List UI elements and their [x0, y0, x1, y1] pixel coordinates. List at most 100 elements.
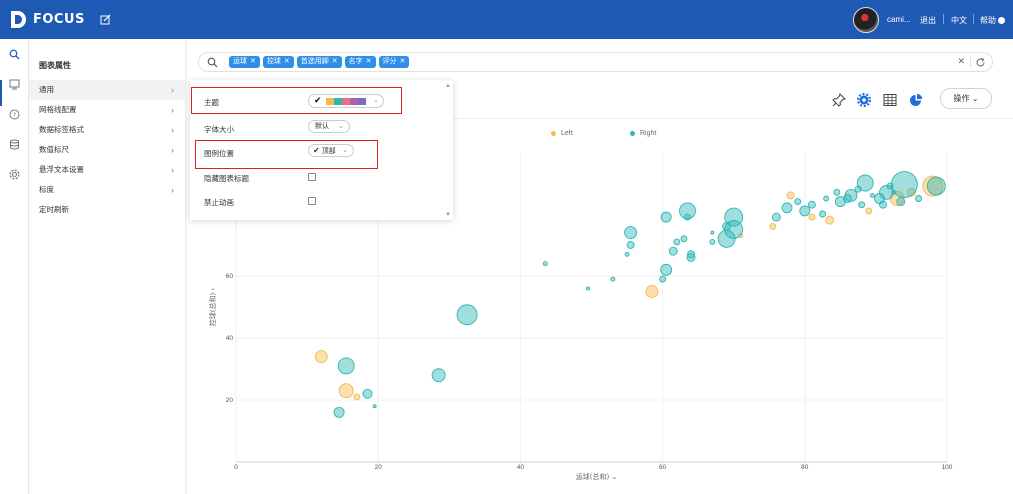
scatter-point-right — [431, 368, 446, 383]
scatter-point-right — [869, 192, 875, 198]
data-icon[interactable] — [9, 139, 20, 150]
x-tick-label: 60 — [659, 464, 667, 471]
help-link[interactable]: 帮助 — [980, 15, 1005, 26]
left-rail: ? — [0, 39, 29, 494]
sidebar-item-label: 通用 — [39, 85, 54, 94]
font-size-value: 默认 — [315, 123, 329, 130]
legend-item-right[interactable]: Right — [630, 130, 656, 137]
scroll-down-icon[interactable]: ▼ — [445, 212, 451, 218]
scatter-point-right — [542, 261, 548, 267]
x-tick-label: 20 — [375, 464, 383, 471]
scroll-up-icon[interactable]: ▲ — [445, 83, 451, 89]
scatter-point-left — [865, 207, 873, 215]
svg-text:?: ? — [13, 111, 16, 119]
chevron-right-icon: › — [171, 105, 174, 115]
scatter-point-right — [856, 174, 874, 192]
sidebar-item-label: 定时刷新 — [39, 205, 69, 214]
x-tick-label: 40 — [517, 464, 525, 471]
sidebar-item-hover-text[interactable]: 悬浮文本设置 › — [29, 160, 186, 180]
font-size-label: 字体大小 — [204, 125, 234, 134]
scatter-point-right — [680, 235, 688, 243]
scatter-point-right — [679, 202, 696, 220]
scatter-point-right — [585, 286, 590, 291]
scatter-point-right — [660, 263, 673, 276]
edit-icon[interactable] — [100, 14, 111, 25]
x-tick-label: 0 — [234, 464, 238, 471]
hide-title-checkbox[interactable] — [308, 173, 316, 181]
scatter-point-left — [353, 393, 361, 401]
chart-properties-panel: 图表属性 通用 › 网格线配置 › 数据标签格式 › 数值标尺 › 悬浮文本设置 › 标度… — [29, 39, 186, 494]
chevron-right-icon: › — [171, 125, 174, 135]
scatter-point-right — [819, 210, 827, 218]
scatter-point-right — [844, 188, 858, 202]
y-tick-label: 20 — [226, 397, 234, 404]
scatter-point-right — [896, 197, 906, 207]
logout-link[interactable]: 退出 — [920, 15, 936, 26]
scatter-point-left — [808, 213, 816, 221]
board-icon[interactable] — [9, 79, 20, 90]
scatter-point-left — [786, 191, 795, 200]
chevron-down-icon: ⌄ — [338, 123, 344, 130]
scatter-point-left — [769, 222, 777, 230]
legend-label-right: Right — [640, 130, 657, 137]
scatter-point-right — [372, 404, 377, 409]
scatter-point-left — [314, 350, 328, 364]
sidebar-item-scale[interactable]: 标度 › — [29, 180, 186, 200]
scatter-point-left — [338, 383, 354, 399]
chevron-right-icon: › — [171, 185, 174, 195]
scatter-point-right — [915, 195, 923, 202]
scatter-point-right — [890, 171, 918, 199]
font-size-select[interactable]: 默认 ⌄ — [308, 120, 350, 133]
user-name[interactable]: cami... — [887, 15, 911, 24]
sidebar-item-data-label-format[interactable]: 数据标签格式 › — [29, 120, 186, 140]
sidebar-item-label: 数值标尺 — [39, 145, 69, 154]
scatter-point-right — [794, 198, 802, 206]
panel-title: 图表属性 — [39, 61, 71, 70]
scatter-point-right — [610, 276, 616, 282]
legend-item-left[interactable]: Left — [551, 130, 573, 137]
x-tick-label: 80 — [801, 464, 809, 471]
sidebar-item-value-scale[interactable]: 数值标尺 › — [29, 140, 186, 160]
disable-animation-label: 禁止动画 — [204, 198, 234, 207]
sidebar-item-gridlines[interactable]: 网格线配置 › — [29, 100, 186, 120]
general-settings-popup: 主题 ✔ ⌄ 字体大小 默认 ⌄ 图例位置 ✔ 顶部 ⌄ 隐藏图表标题 禁止动画… — [190, 80, 453, 220]
sidebar-item-auto-refresh[interactable]: 定时刷新 — [29, 200, 186, 220]
language-switch[interactable]: 中文 — [951, 15, 967, 26]
scatter-point-right — [926, 176, 946, 196]
x-tick-label: 100 — [942, 464, 953, 471]
y-tick-label: 60 — [226, 273, 234, 280]
header-divider — [943, 14, 944, 24]
y-axis-title: 控球(总和) › — [208, 288, 217, 327]
scatter-point-right — [710, 230, 715, 235]
scatter-point-right — [659, 275, 667, 283]
scatter-point-right — [337, 357, 355, 375]
sidebar-item-label: 悬浮文本设置 — [39, 165, 84, 174]
scatter-point-right — [709, 238, 716, 245]
scatter-point-right — [660, 211, 672, 223]
x-axis-title: 运球(总和) ⌄ — [576, 472, 618, 481]
scatter-point-right — [807, 200, 816, 209]
highlight-box-theme — [191, 87, 402, 114]
scatter-point-right — [724, 207, 744, 227]
sidebar-item-general[interactable]: 通用 › — [29, 80, 186, 100]
scatter-point-right — [624, 251, 630, 257]
scatter-point-right — [626, 241, 635, 249]
sidebar-item-label: 网格线配置 — [39, 105, 77, 114]
settings-icon[interactable] — [9, 169, 20, 180]
question-icon[interactable]: ? — [9, 109, 20, 120]
scatter-point-right — [333, 406, 345, 418]
scatter-point-left — [825, 215, 835, 225]
logo-text: FOCUS — [33, 12, 85, 27]
logo[interactable]: FOCUS — [10, 10, 85, 29]
chevron-right-icon: › — [171, 85, 174, 95]
help-icon — [998, 17, 1005, 24]
scatter-point-right — [624, 226, 638, 240]
highlight-box-legend — [195, 140, 378, 169]
chevron-right-icon: › — [171, 165, 174, 175]
search-icon[interactable] — [9, 49, 20, 60]
sidebar-item-label: 数据标签格式 — [39, 125, 84, 134]
scatter-point-right — [858, 201, 866, 209]
disable-animation-checkbox[interactable] — [308, 197, 316, 205]
avatar[interactable] — [853, 7, 879, 33]
chevron-right-icon: › — [171, 145, 174, 155]
